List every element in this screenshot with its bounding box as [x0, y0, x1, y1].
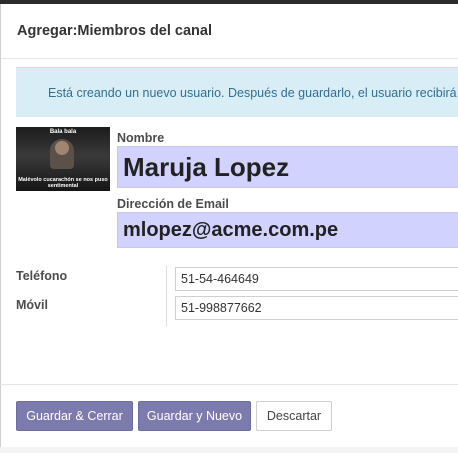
name-label: Nombre: [117, 131, 165, 145]
mobile-label: Móvil: [16, 298, 48, 312]
save-close-button[interactable]: Guardar & Cerrar: [16, 401, 133, 431]
dialog-title: Agregar:Miembros del canal: [17, 23, 212, 39]
phone-input[interactable]: 51-54-464649: [175, 267, 458, 291]
form-column-divider: [166, 266, 167, 326]
discard-button[interactable]: Descartar: [256, 401, 332, 431]
name-input[interactable]: Maruja Lopez: [117, 146, 458, 188]
background-page-edge: [0, 447, 458, 453]
email-input[interactable]: mlopez@acme.com.pe: [117, 212, 458, 248]
user-avatar[interactable]: Bala bala Malévolo cucarachón se nos pus…: [16, 127, 110, 191]
save-new-button[interactable]: Guardar y Nuevo: [138, 401, 251, 431]
phone-label: Teléfono: [16, 269, 68, 283]
avatar-face: [55, 141, 69, 155]
info-alert-text: Está creando un nuevo usuario. Después d…: [48, 85, 457, 100]
avatar-caption-bottom: Malévolo cucarachón se nos puso sentimen…: [18, 177, 108, 189]
dialog-header: Agregar:Miembros del canal: [1, 4, 458, 59]
avatar-caption-top: Bala bala: [49, 129, 77, 135]
info-alert: Está creando un nuevo usuario. Después d…: [16, 67, 458, 117]
mobile-input[interactable]: 51-998877662: [175, 296, 458, 320]
email-label: Dirección de Email: [117, 197, 229, 211]
